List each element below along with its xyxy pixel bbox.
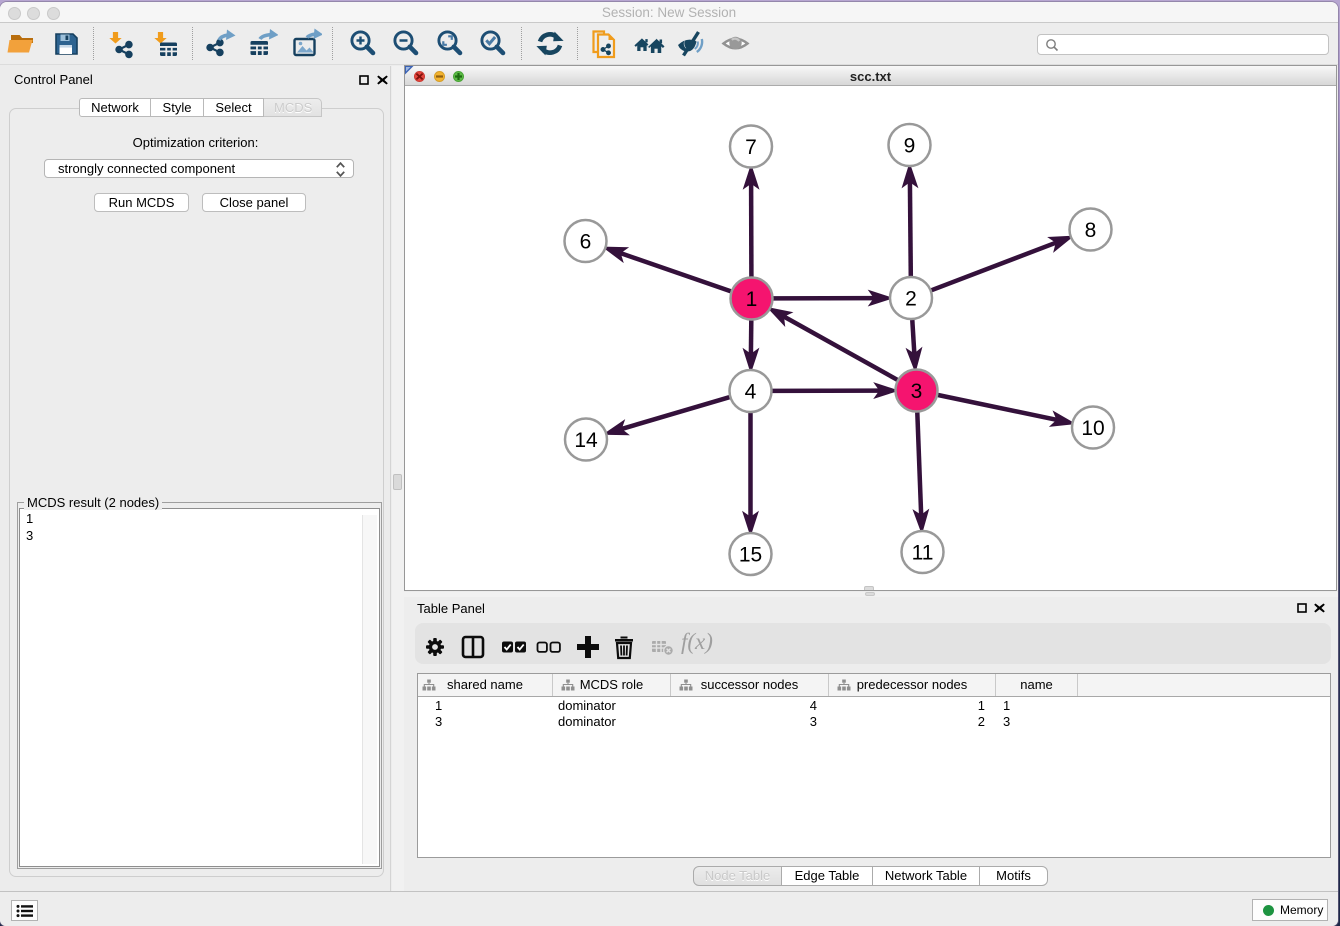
svg-text:9: 9 (904, 135, 916, 158)
svg-text:14: 14 (574, 429, 598, 452)
svg-text:11: 11 (912, 542, 934, 565)
svg-text:10: 10 (1081, 417, 1104, 440)
svg-text:8: 8 (1085, 219, 1097, 242)
svg-text:15: 15 (739, 544, 762, 567)
svg-text:7: 7 (745, 136, 757, 159)
svg-text:4: 4 (745, 381, 757, 404)
svg-text:2: 2 (905, 288, 917, 311)
svg-text:1: 1 (746, 288, 758, 311)
svg-text:3: 3 (911, 380, 923, 403)
svg-text:6: 6 (580, 231, 592, 254)
